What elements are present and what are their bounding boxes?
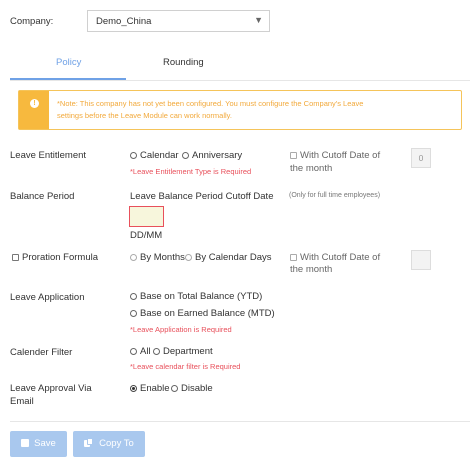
config-warning-alert: ! *Note: This company has not yet been c…	[18, 90, 462, 130]
tab-divider	[10, 80, 470, 81]
radio-circle[interactable]	[130, 310, 137, 317]
radio-earned-balance-label: Base on Earned Balance (MTD)	[140, 308, 275, 319]
radio-circle[interactable]	[130, 293, 137, 300]
save-icon	[21, 439, 30, 447]
radio-enable-label: Enable	[140, 383, 170, 394]
balance-period-label: Balance Period	[10, 191, 75, 202]
radio-circle[interactable]	[130, 254, 137, 261]
checkbox-box[interactable]	[290, 152, 297, 159]
proration-cutoff-day-input[interactable]	[411, 250, 431, 270]
proration-checkbox[interactable]: Proration Formula	[12, 252, 98, 263]
balance-period-hint: (Only for full time employees)	[289, 192, 381, 199]
footer-divider	[10, 421, 470, 422]
radio-circle[interactable]	[153, 348, 160, 355]
radio-calendar-label: Calendar	[140, 150, 179, 161]
radio-disable[interactable]: Disable	[171, 383, 213, 394]
calendar-filter-label: Calender Filter	[10, 347, 73, 358]
company-label: Company:	[10, 16, 54, 27]
radio-circle[interactable]	[185, 254, 192, 261]
info-icon: !	[30, 99, 39, 108]
radio-anniversary[interactable]: Anniversary	[182, 150, 242, 161]
checkbox-box[interactable]	[12, 254, 19, 261]
proration-cutoff-checkbox[interactable]: With Cutoff Date of	[290, 252, 380, 263]
radio-total-balance[interactable]: Base on Total Balance (YTD)	[130, 291, 262, 302]
proration-cutoff-label: With Cutoff Date of	[300, 252, 381, 263]
alert-icon-area: !	[19, 91, 49, 129]
radio-by-calendar-days-label: By Calendar Days	[195, 252, 272, 263]
tab-rounding-label: Rounding	[163, 57, 204, 68]
radio-all-label: All	[140, 346, 151, 357]
radio-department[interactable]: Department	[153, 346, 213, 357]
company-select-value: Demo_China	[96, 16, 152, 27]
radio-circle[interactable]	[130, 152, 137, 159]
leave-entitlement-error: *Leave Entitlement Type is Required	[130, 167, 252, 176]
alert-text-line1: *Note: This company has not yet been con…	[57, 99, 364, 108]
save-button-label: Save	[34, 438, 56, 449]
balance-cutoff-format: DD/MM	[130, 230, 163, 241]
balance-cutoff-label: Leave Balance Period Cutoff Date	[130, 191, 274, 202]
radio-circle[interactable]	[171, 385, 178, 392]
alert-text-line2: settings before the Leave Module can wor…	[57, 111, 232, 120]
radio-earned-balance[interactable]: Base on Earned Balance (MTD)	[130, 308, 275, 319]
tab-policy[interactable]: Policy	[10, 50, 126, 80]
radio-circle[interactable]	[130, 385, 137, 392]
tab-rounding[interactable]: Rounding	[126, 50, 241, 80]
proration-cutoff-label-line2: the month	[290, 264, 333, 275]
company-select[interactable]: Demo_China ▼	[87, 10, 270, 32]
leave-application-error: *Leave Application is Required	[130, 325, 232, 334]
chevron-down-icon: ▼	[254, 15, 263, 25]
copy-to-button-label: Copy To	[99, 438, 134, 449]
calendar-filter-error: *Leave calendar filter is Required	[130, 362, 241, 371]
entitlement-cutoff-day-input[interactable]: 0	[411, 148, 431, 168]
proration-label: Proration Formula	[22, 252, 99, 263]
copy-icon	[84, 438, 94, 447]
tab-policy-label: Policy	[56, 57, 82, 68]
radio-circle[interactable]	[182, 152, 189, 159]
approval-email-label-line2: Email	[10, 396, 34, 407]
radio-disable-label: Disable	[181, 383, 213, 394]
copy-to-button[interactable]: Copy To	[73, 431, 145, 457]
entitlement-cutoff-label: With Cutoff Date of	[300, 150, 381, 161]
radio-enable[interactable]: Enable	[130, 383, 170, 394]
radio-total-balance-label: Base on Total Balance (YTD)	[140, 291, 263, 302]
entitlement-cutoff-label-line2: the month	[290, 163, 333, 174]
radio-anniversary-label: Anniversary	[192, 150, 243, 161]
save-button[interactable]: Save	[10, 431, 67, 457]
radio-department-label: Department	[163, 346, 213, 357]
radio-by-months[interactable]: By Months	[130, 252, 185, 263]
radio-calendar[interactable]: Calendar	[130, 150, 179, 161]
radio-circle[interactable]	[130, 348, 137, 355]
balance-cutoff-date-input[interactable]	[129, 206, 164, 227]
leave-application-label: Leave Application	[10, 292, 85, 303]
checkbox-box[interactable]	[290, 254, 297, 261]
approval-email-label: Leave Approval Via	[10, 383, 92, 394]
entitlement-cutoff-checkbox[interactable]: With Cutoff Date of	[290, 150, 380, 161]
leave-entitlement-label: Leave Entitlement	[10, 150, 87, 161]
radio-all[interactable]: All	[130, 346, 151, 357]
radio-by-calendar-days[interactable]: By Calendar Days	[185, 252, 272, 263]
radio-by-months-label: By Months	[140, 252, 185, 263]
